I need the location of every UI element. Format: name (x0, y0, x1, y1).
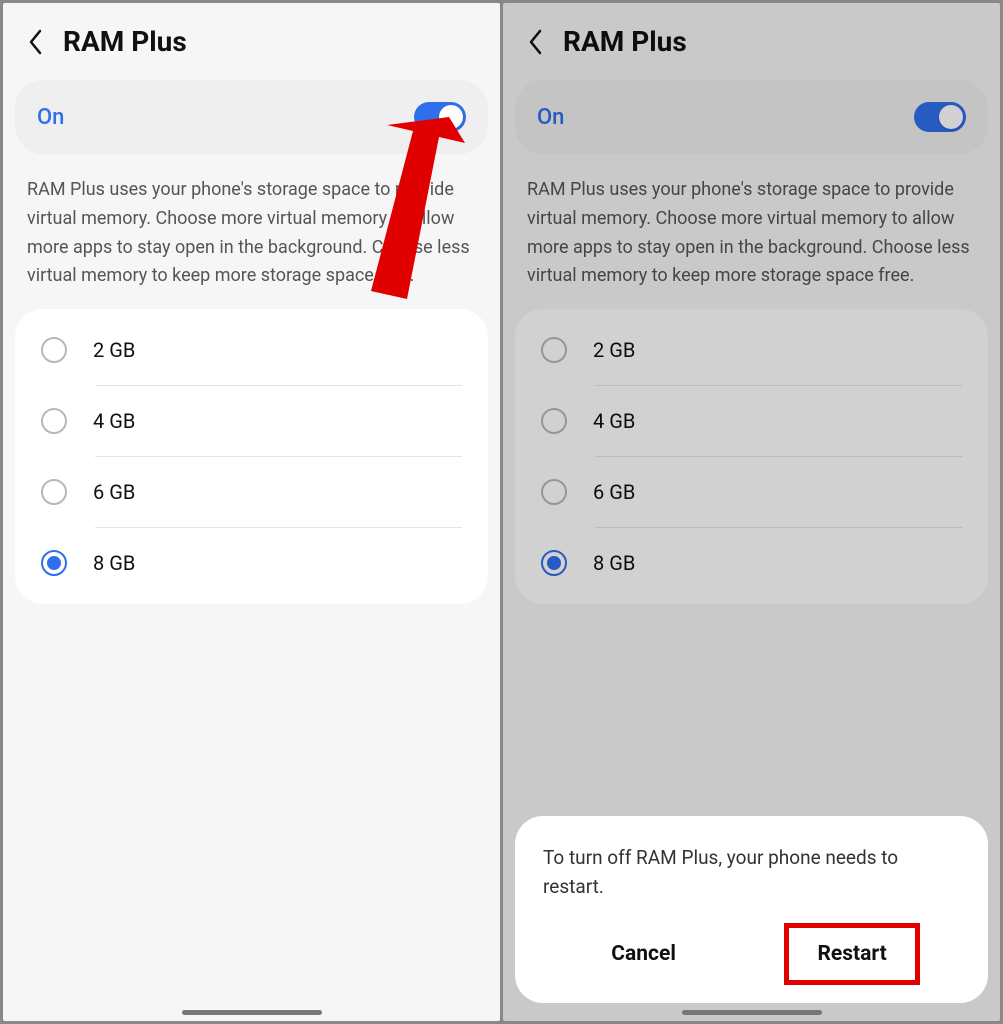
ramplus-description: RAM Plus uses your phone's storage space… (3, 154, 500, 309)
radio-row-8gb[interactable]: 8 GB (541, 528, 988, 598)
header: RAM Plus (3, 3, 500, 70)
toggle-label: On (37, 105, 64, 130)
radio-icon (541, 337, 567, 363)
switch-knob (439, 105, 463, 129)
radio-label: 6 GB (93, 480, 135, 504)
radio-label: 8 GB (93, 551, 135, 575)
right-pane: RAM Plus On RAM Plus uses your phone's s… (503, 3, 1000, 1021)
toggle-switch[interactable] (914, 102, 966, 132)
back-icon[interactable] (527, 28, 545, 56)
radio-label: 4 GB (593, 409, 635, 433)
toggle-row[interactable]: On (15, 80, 488, 154)
radio-row-6gb[interactable]: 6 GB (541, 457, 988, 527)
toggle-switch[interactable] (414, 102, 466, 132)
home-indicator[interactable] (182, 1010, 322, 1015)
options-card: 2 GB 4 GB 6 GB 8 GB (515, 309, 988, 604)
radio-label: 2 GB (593, 338, 635, 362)
restart-sheet: To turn off RAM Plus, your phone needs t… (515, 816, 988, 1003)
cancel-button[interactable]: Cancel (583, 928, 704, 980)
switch-knob (939, 105, 963, 129)
header: RAM Plus (503, 3, 1000, 70)
radio-row-2gb[interactable]: 2 GB (541, 315, 988, 385)
radio-icon (41, 337, 67, 363)
page-title: RAM Plus (63, 25, 187, 58)
radio-icon-selected (541, 550, 567, 576)
radio-label: 2 GB (93, 338, 135, 362)
options-card: 2 GB 4 GB 6 GB 8 GB (15, 309, 488, 604)
toggle-row[interactable]: On (515, 80, 988, 154)
radio-row-4gb[interactable]: 4 GB (541, 386, 988, 456)
restart-button[interactable]: Restart (784, 923, 919, 985)
radio-icon (41, 408, 67, 434)
radio-row-6gb[interactable]: 6 GB (41, 457, 488, 527)
ramplus-description: RAM Plus uses your phone's storage space… (503, 154, 1000, 309)
radio-row-2gb[interactable]: 2 GB (41, 315, 488, 385)
radio-icon (41, 479, 67, 505)
radio-label: 4 GB (93, 409, 135, 433)
left-pane: RAM Plus On RAM Plus uses your phone's s… (3, 3, 500, 1021)
home-indicator[interactable] (682, 1010, 822, 1015)
radio-row-4gb[interactable]: 4 GB (41, 386, 488, 456)
radio-label: 6 GB (593, 480, 635, 504)
back-icon[interactable] (27, 28, 45, 56)
sheet-message: To turn off RAM Plus, your phone needs t… (543, 844, 960, 901)
page-title: RAM Plus (563, 25, 687, 58)
radio-label: 8 GB (593, 551, 635, 575)
radio-icon (541, 408, 567, 434)
sheet-actions: Cancel Restart (543, 923, 960, 985)
toggle-label: On (537, 105, 564, 130)
radio-icon (541, 479, 567, 505)
radio-row-8gb[interactable]: 8 GB (41, 528, 488, 598)
radio-icon-selected (41, 550, 67, 576)
